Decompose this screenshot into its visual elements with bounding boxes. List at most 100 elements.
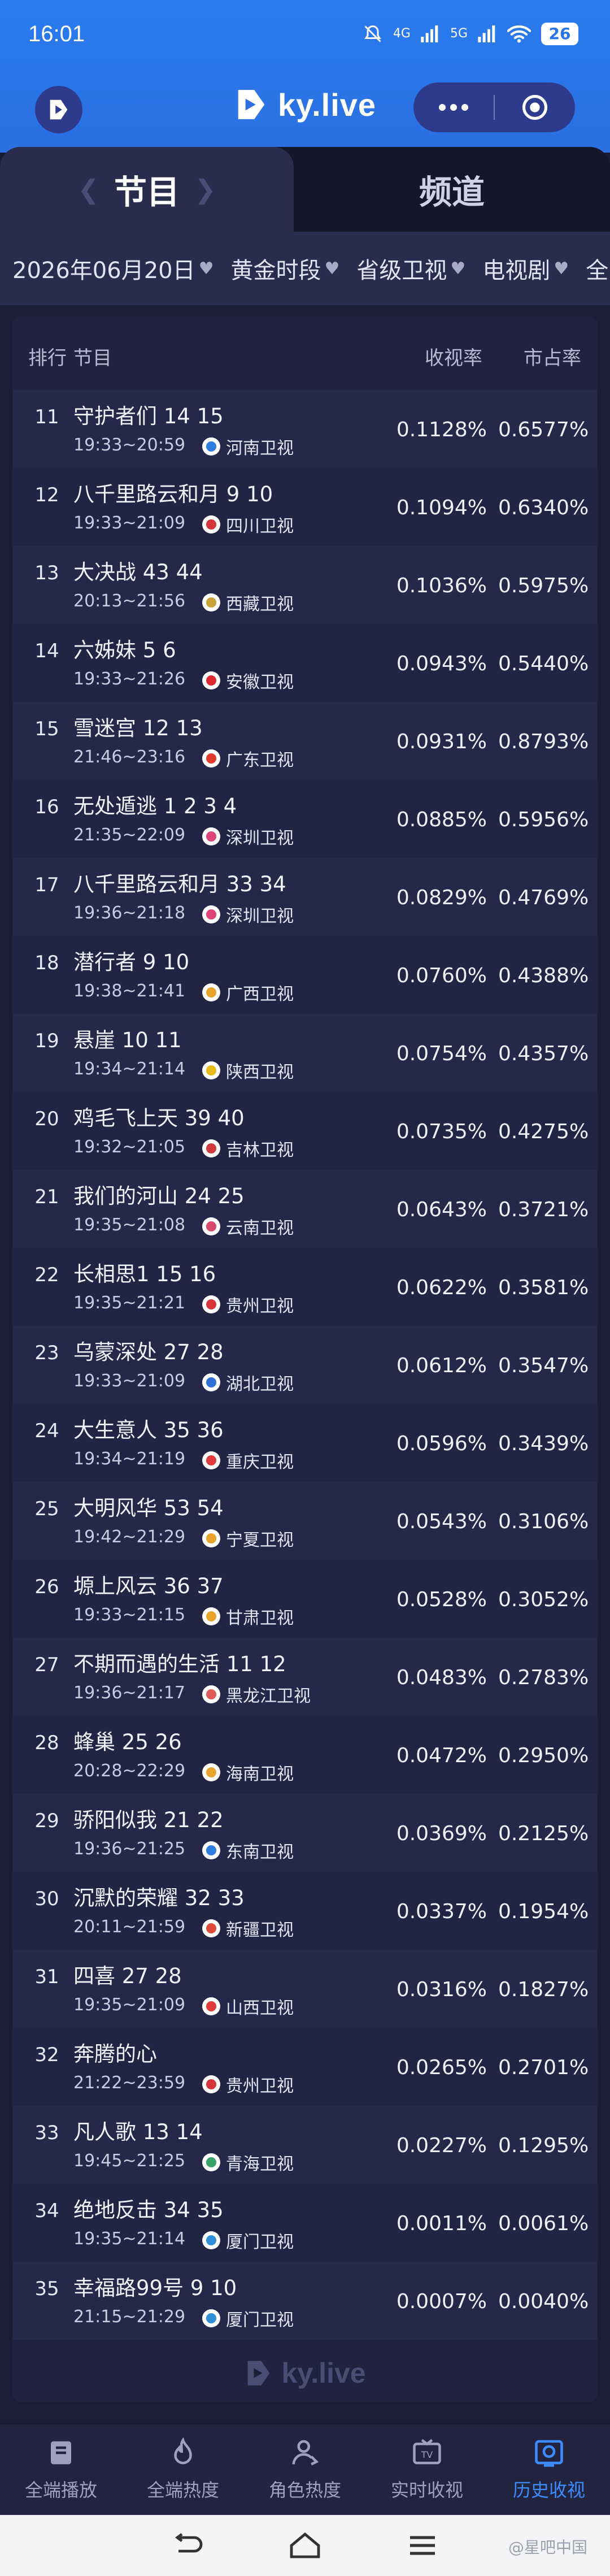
filter-channel-level-label: 省级卫视 bbox=[356, 258, 447, 284]
table-row[interactable]: 26 塬上风云 36 37 19:33~21:15 甘肃卫视 0.0528% 0.3052… bbox=[12, 1560, 598, 1638]
row-time: 20:28~22:29 bbox=[73, 1761, 186, 1781]
row-rating: 0.0227% bbox=[396, 2134, 487, 2157]
table-row[interactable]: 23 乌蒙深处 27 28 19:33~21:09 湖北卫视 0.0612% 0.3547… bbox=[12, 1326, 598, 1404]
row-title: 潜行者 9 10 bbox=[73, 950, 190, 974]
row-channel: 新疆卫视 bbox=[202, 1916, 294, 1941]
table-row[interactable]: 29 骄阳似我 21 22 19:36~21:25 东南卫视 0.0369% 0.2125… bbox=[12, 1794, 598, 1872]
app-home-button[interactable] bbox=[35, 86, 82, 133]
row-share: 0.5975% bbox=[498, 574, 589, 597]
dropdown-heart-icon: ♥ bbox=[554, 258, 569, 279]
row-rank: 22 bbox=[34, 1264, 59, 1286]
channel-logo-icon bbox=[202, 1217, 220, 1235]
tv-icon: TV bbox=[413, 2439, 441, 2465]
book-icon bbox=[51, 2441, 71, 2465]
row-rank: 14 bbox=[34, 640, 59, 662]
table-row[interactable]: 18 潜行者 9 10 19:38~21:41 广西卫视 0.0760% 0.4388% bbox=[12, 936, 598, 1014]
table-row[interactable]: 31 四喜 27 28 19:35~21:09 山西卫视 0.0316% 0.1827% bbox=[12, 1950, 598, 2028]
row-rank: 13 bbox=[34, 562, 59, 584]
table-row[interactable]: 22 长相思1 15 16 19:35~21:21 贵州卫视 0.0622% 0.3581… bbox=[12, 1248, 598, 1326]
row-share: 0.3581% bbox=[498, 1276, 589, 1299]
table-row[interactable]: 28 蜂巢 25 26 20:28~22:29 海南卫视 0.0472% 0.2950% bbox=[12, 1716, 598, 1794]
close-mini-program-button[interactable] bbox=[495, 83, 575, 132]
filter-region-label: 全国 bbox=[586, 258, 610, 284]
row-share: 0.4769% bbox=[498, 886, 589, 909]
table-row[interactable]: 14 六姊妹 5 6 19:33~21:26 安徽卫视 0.0943% 0.5440% bbox=[12, 624, 598, 702]
row-channel-name: 西藏卫视 bbox=[226, 595, 294, 614]
table-row[interactable]: 21 我们的河山 24 25 19:35~21:08 云南卫视 0.0643% 0.372… bbox=[12, 1170, 598, 1248]
more-dots-icon bbox=[439, 104, 468, 111]
row-channel-name: 厦门卫视 bbox=[226, 2310, 294, 2330]
system-nav-bar: @星吧中国 bbox=[0, 2515, 610, 2576]
table-row[interactable]: 12 八千里路云和月 9 10 19:33~21:09 四川卫视 0.1094% 0.63… bbox=[12, 468, 598, 546]
row-rank: 25 bbox=[34, 1498, 59, 1520]
table-row[interactable]: 15 雪迷宫 12 13 21:46~23:16 广东卫视 0.0931% 0.8793% bbox=[12, 702, 598, 780]
nav-item-all-play[interactable]: 全端播放 bbox=[0, 2425, 122, 2515]
table-row[interactable]: 16 无处遁逃 1 2 3 4 21:35~22:09 深圳卫视 0.0885% 0.59… bbox=[12, 780, 598, 858]
filter-genre[interactable]: 电视剧 ♥ bbox=[482, 252, 569, 285]
row-channel: 河南卫视 bbox=[202, 434, 294, 459]
table-row[interactable]: 30 沉默的荣耀 32 33 20:11~21:59 新疆卫视 0.0337% 0.195… bbox=[12, 1872, 598, 1950]
row-channel: 黑龙江卫视 bbox=[202, 1682, 311, 1707]
table-row[interactable]: 34 绝地反击 34 35 19:35~21:14 厦门卫视 0.0011% 0.0061… bbox=[12, 2184, 598, 2262]
row-time: 21:35~22:09 bbox=[73, 825, 186, 845]
row-share: 0.4357% bbox=[498, 1042, 589, 1065]
back-icon[interactable] bbox=[172, 2533, 203, 2558]
filter-channel-level[interactable]: 省级卫视 ♥ bbox=[356, 252, 465, 285]
nav-item-all-heat[interactable]: 全端热度 bbox=[122, 2425, 244, 2515]
row-share: 0.1295% bbox=[498, 2134, 589, 2157]
row-channel: 深圳卫视 bbox=[202, 824, 294, 849]
row-title: 长相思1 15 16 bbox=[73, 1262, 216, 1286]
table-row[interactable]: 27 不期而遇的生活 11 12 19:36~21:17 黑龙江卫视 0.0483% 0.… bbox=[12, 1638, 598, 1716]
more-button[interactable] bbox=[413, 83, 494, 132]
table-row[interactable]: 11 守护者们 14 15 19:33~20:59 河南卫视 0.1128% 0.6577… bbox=[12, 390, 598, 468]
filter-region[interactable]: 全国 bbox=[586, 252, 610, 285]
channel-logo-icon bbox=[202, 749, 220, 767]
row-channel-name: 深圳卫视 bbox=[226, 907, 294, 926]
row-title: 八千里路云和月 33 34 bbox=[73, 872, 286, 896]
tab-channel[interactable]: 频道 bbox=[294, 147, 610, 232]
row-rank: 32 bbox=[34, 2044, 59, 2066]
channel-logo-icon bbox=[202, 2231, 220, 2249]
home-icon[interactable] bbox=[288, 2532, 322, 2559]
nav-label: 历史收视 bbox=[512, 2479, 585, 2501]
row-channel-name: 广西卫视 bbox=[226, 985, 294, 1004]
channel-logo-icon bbox=[202, 1607, 220, 1625]
row-channel: 厦门卫视 bbox=[202, 2306, 294, 2331]
table-row[interactable]: 13 大决战 43 44 20:13~21:56 西藏卫视 0.1036% 0.5975% bbox=[12, 546, 598, 624]
row-rating: 0.0316% bbox=[396, 1978, 487, 2001]
row-title: 大明风华 53 54 bbox=[73, 1496, 224, 1520]
signal-icon bbox=[421, 25, 438, 42]
table-row[interactable]: 19 悬崖 10 11 19:34~21:14 陕西卫视 0.0754% 0.4357% bbox=[12, 1014, 598, 1092]
table-row[interactable]: 24 大生意人 35 36 19:34~21:19 重庆卫视 0.0596% 0.3439… bbox=[12, 1404, 598, 1482]
channel-logo-icon bbox=[202, 515, 220, 534]
filter-date[interactable]: 2026年06月20日 ♥ bbox=[12, 252, 214, 285]
channel-logo-icon bbox=[202, 1997, 220, 2015]
row-time: 19:33~21:15 bbox=[73, 1605, 186, 1625]
channel-logo-icon bbox=[202, 2153, 220, 2171]
row-rating: 0.0931% bbox=[396, 730, 487, 753]
menu-icon[interactable] bbox=[407, 2533, 438, 2558]
nav-item-history[interactable]: 历史收视 bbox=[488, 2425, 610, 2515]
nav-item-realtime[interactable]: TV 实时收视 bbox=[366, 2425, 488, 2515]
row-rating: 0.0643% bbox=[396, 1198, 487, 1221]
row-channel-name: 东南卫视 bbox=[226, 1842, 294, 1862]
row-channel-name: 四川卫视 bbox=[226, 517, 294, 536]
table-row[interactable]: 20 鸡毛飞上天 39 40 19:32~21:05 吉林卫视 0.0735% 0.427… bbox=[12, 1092, 598, 1170]
row-time: 19:36~21:17 bbox=[73, 1683, 186, 1703]
nav-label: 全端热度 bbox=[146, 2479, 219, 2501]
row-title: 奔腾的心 bbox=[73, 2042, 157, 2066]
row-share: 0.0061% bbox=[498, 2212, 589, 2235]
table-row[interactable]: 32 奔腾的心 21:22~23:59 贵州卫视 0.0265% 0.2701% bbox=[12, 2028, 598, 2106]
table-row[interactable]: 33 凡人歌 13 14 19:45~21:25 青海卫视 0.0227% 0.1295% bbox=[12, 2106, 598, 2184]
row-share: 0.4388% bbox=[498, 964, 589, 987]
table-row[interactable]: 25 大明风华 53 54 19:42~21:29 宁夏卫视 0.0543% 0.3106… bbox=[12, 1482, 598, 1560]
table-row[interactable]: 35 幸福路99号 9 10 21:15~21:29 厦门卫视 0.0007% 0.004… bbox=[12, 2262, 598, 2340]
tab-bar: ❮ 节目 ❯ 频道 bbox=[0, 147, 610, 232]
tab-program[interactable]: ❮ 节目 ❯ bbox=[0, 147, 294, 232]
dropdown-heart-icon: ♥ bbox=[450, 258, 466, 279]
table-row[interactable]: 17 八千里路云和月 33 34 19:36~21:18 深圳卫视 0.0829% 0.4… bbox=[12, 858, 598, 936]
row-channel: 东南卫视 bbox=[202, 1838, 294, 1863]
nav-item-role-heat[interactable]: 角色热度 bbox=[244, 2425, 366, 2515]
filter-timeslot[interactable]: 黄金时段 ♥ bbox=[231, 252, 340, 285]
channel-logo-icon bbox=[202, 1919, 220, 1937]
